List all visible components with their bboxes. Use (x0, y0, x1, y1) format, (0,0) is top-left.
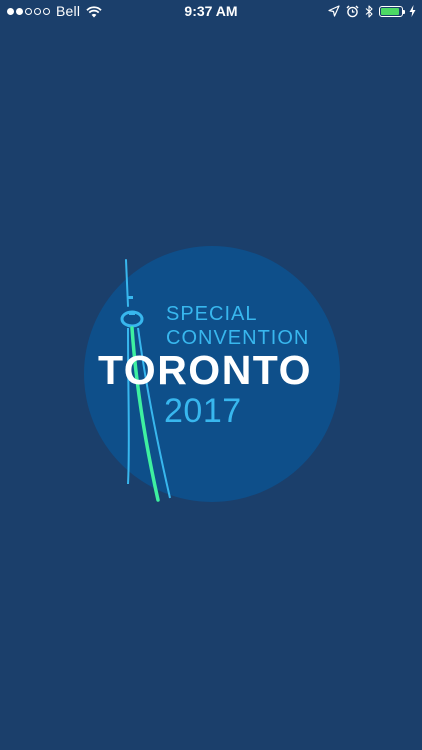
alarm-clock-icon (346, 5, 359, 18)
status-right (328, 4, 416, 18)
battery-cap (403, 9, 405, 14)
logo-city: TORONTO (98, 347, 312, 393)
bluetooth-icon (365, 4, 373, 18)
charging-bolt-icon (409, 5, 416, 17)
battery-icon (379, 5, 405, 17)
logo-line-convention: CONVENTION (166, 327, 310, 349)
battery-level (381, 7, 399, 15)
logo-line-special: SPECIAL (166, 303, 258, 325)
location-arrow-icon (328, 5, 340, 17)
status-bar: Bell 9:37 AM (0, 0, 422, 22)
convention-logo: SPECIAL CONVENTION TORONTO 2017 (84, 246, 340, 502)
logo-year: 2017 (164, 392, 242, 430)
